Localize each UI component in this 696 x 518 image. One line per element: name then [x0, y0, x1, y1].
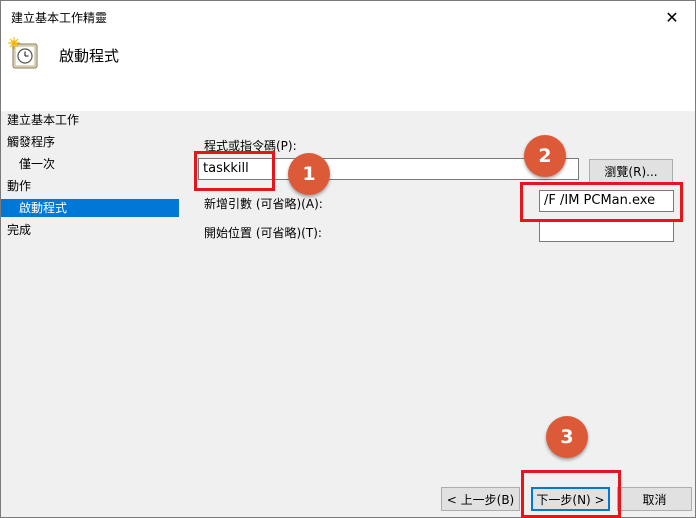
highlight-next-box [521, 470, 621, 518]
step-badge-1: 1 [288, 153, 330, 195]
cancel-button[interactable]: 取消 [617, 487, 692, 511]
step-action: 動作 [7, 179, 32, 193]
close-button[interactable]: ✕ [649, 1, 695, 33]
window-title: 建立基本工作精靈 [11, 11, 108, 25]
wizard-steps: 建立基本工作 觸發程序 僅一次 動作 啟動程式 完成 [1, 111, 181, 517]
start-in-input[interactable] [539, 220, 674, 242]
step-one-time: 僅一次 [19, 157, 56, 171]
wizard-window: 建立基本工作精靈 ✕ 啟動程式 建立基本工作 觸發程序 僅一次 動作 啟動程式 … [0, 0, 696, 518]
arguments-label: 新增引數 (可省略)(A): [204, 197, 323, 211]
back-button[interactable]: < 上一步(B) [441, 487, 520, 511]
step-start-program: 啟動程式 [1, 199, 179, 217]
wizard-header: 啟動程式 [1, 33, 695, 111]
browse-button[interactable]: 瀏覽(R)... [589, 159, 673, 183]
step-create-basic-task: 建立基本工作 [7, 113, 80, 127]
title-bar: 建立基本工作精靈 ✕ [1, 1, 695, 33]
highlight-arguments-box [520, 182, 683, 222]
start-in-label: 開始位置 (可省略)(T): [204, 226, 322, 240]
step-badge-3: 3 [546, 416, 588, 458]
step-badge-2: 2 [524, 135, 566, 177]
clock-icon [7, 37, 41, 71]
highlight-program-box [194, 151, 275, 191]
step-finish: 完成 [7, 223, 32, 237]
page-title: 啟動程式 [59, 47, 120, 65]
step-trigger: 觸發程序 [7, 135, 56, 149]
